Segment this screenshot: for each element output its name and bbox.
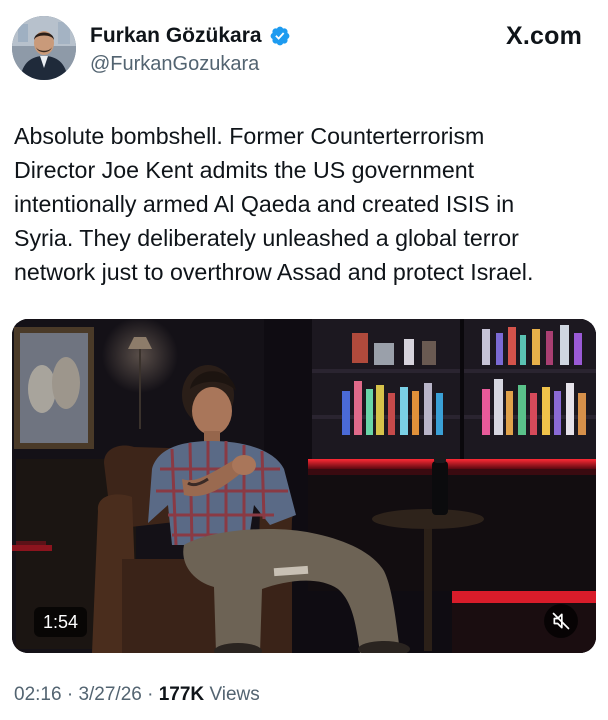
video-thumbnail <box>12 319 596 653</box>
avatar[interactable] <box>12 16 76 80</box>
tweet-line: Director Joe Kent admits the US governme… <box>14 157 475 183</box>
tweet-line: network just to overthrow Assad and prot… <box>14 259 534 285</box>
verified-badge-icon <box>270 26 289 46</box>
author-name-row: Furkan Gözükara <box>90 22 291 50</box>
author-display-name[interactable]: Furkan Gözükara <box>90 24 262 48</box>
avatar-photo <box>12 16 76 80</box>
mute-button[interactable] <box>544 604 578 638</box>
tweet-time[interactable]: 02:16 <box>14 684 62 705</box>
tweet-meta: 02:16 · 3/27/26 · 177K Views <box>14 684 260 706</box>
tweet-line: intentionally armed Al Qaeda and created… <box>14 191 515 217</box>
meta-separator: · <box>66 684 74 705</box>
views-count: 177K <box>158 684 205 705</box>
x-logo: X.com <box>505 22 582 50</box>
video-duration: 1:54 <box>34 607 88 637</box>
meta-separator: · <box>147 684 154 705</box>
views-label: Views <box>209 684 260 705</box>
video-player[interactable]: 1:54 <box>12 319 596 653</box>
tweet-text: Absolute bombshell. Former Counterterror… <box>14 119 599 289</box>
tweet-date[interactable]: 3/27/26 <box>78 684 141 705</box>
speaker-muted-icon <box>552 612 570 630</box>
tweet-line: Absolute bombshell. Former Counterterror… <box>14 123 485 149</box>
author-handle[interactable]: @FurkanGozukara <box>90 53 259 76</box>
tweet-line: Syria. They deliberately unleashed a glo… <box>14 225 519 251</box>
